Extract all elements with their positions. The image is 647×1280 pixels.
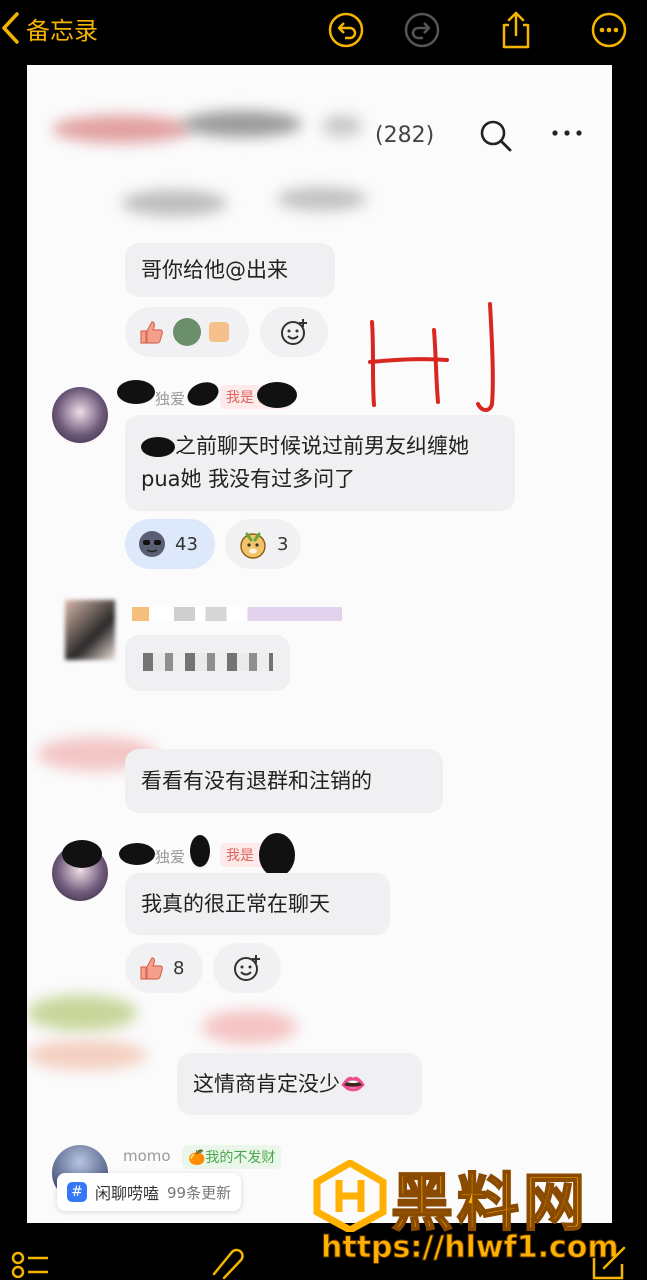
redacted-title [182,111,302,137]
reaction-count: 43 [175,533,198,555]
share-icon [502,11,530,49]
channel-updates: 99条更新 [167,1183,232,1202]
hash-icon: # [67,1182,87,1202]
message-bubble[interactable]: 我真的很正常在聊天 [125,873,390,935]
notes-toolbar: 备忘录 [0,0,647,60]
redaction-scribble [62,840,102,868]
add-reaction-button[interactable] [260,307,328,357]
member-count: (282) [375,123,435,148]
bottom-toolbar [0,1240,647,1280]
redo-button[interactable] [402,10,442,50]
share-button[interactable] [496,10,536,50]
redaction-scribble [257,382,297,408]
compose-icon[interactable] [590,1244,630,1280]
sender-name: momo [123,1147,171,1165]
redaction-scribble [117,380,155,404]
back-button[interactable]: 备忘录 [0,10,98,46]
logo-icon [313,1160,387,1232]
message-bubble[interactable]: 这情商肯定没少👄 [177,1053,422,1115]
channel-name: 闲聊唠嗑 [95,1184,160,1203]
reaction-count: 3 [277,533,289,555]
redacted-subtitle [277,187,367,211]
redacted-name [202,1010,297,1044]
thumbs-up-icon [140,957,163,980]
member-tag: 🍊我的不发财 [182,1145,282,1169]
message-text: 之前聊天时候说过前男友纠缠她 pua她 我没有过多问了 [141,434,469,491]
message-text: 我真的很正常在聊天 [141,892,330,916]
pixelated-sender [132,607,342,621]
sender-name: 独爱 [155,390,186,408]
search-icon[interactable] [479,119,513,153]
redacted-title [322,115,362,137]
more-icon [591,12,627,48]
pixelated-message [125,635,290,691]
undo-icon [328,12,364,48]
channel-tag[interactable]: # 闲聊唠嗑 99条更新 [57,1173,242,1211]
redaction-scribble [119,843,155,865]
watermark-text: 黑料网 [390,1165,590,1240]
message-text: 看看有没有退群和注销的 [141,769,372,793]
handwritten-annotation [368,302,495,412]
more-icon[interactable] [550,127,584,139]
redacted-avatar [27,995,137,1031]
message-bubble[interactable]: 之前聊天时候说过前男友纠缠她 pua她 我没有过多问了 [125,415,515,511]
reaction-chip[interactable]: 8 [125,943,203,993]
avatar-icon [173,318,201,346]
redo-icon [404,12,440,48]
add-reaction-icon [234,955,260,981]
message-bubble[interactable]: 哥你给他@出来 [125,243,335,297]
message-bubble[interactable]: 看看有没有退群和注销的 [125,749,443,813]
redacted-avatar [27,1040,147,1070]
pixelation [143,653,273,671]
sender-name: 独爱 [155,848,186,866]
attachment-icon[interactable] [206,1244,246,1280]
redaction-scribble [184,378,222,410]
reaction-chip[interactable] [125,307,249,357]
avatar[interactable] [52,387,108,443]
redaction-scribble [259,833,295,877]
redacted-title [52,115,192,143]
avatar [65,600,115,660]
thumbs-up-icon [140,321,163,344]
undo-button[interactable] [326,10,366,50]
add-reaction-button[interactable] [213,943,281,993]
add-reaction-icon [281,319,307,345]
redaction-scribble [190,835,210,867]
dog-face-icon [240,532,266,559]
reaction-count: 8 [173,957,185,979]
message-text: 这情商肯定没少👄 [193,1072,367,1096]
chevron-left-icon [2,12,19,44]
redaction-scribble [141,437,175,457]
embedded-chat-screenshot[interactable]: (282) 哥你给他@出来 独爱 我是 宝宝 之前聊天时候说过前男友纠缠她 pu… [27,65,612,1223]
carrot-icon [209,322,229,342]
checklist-icon[interactable] [10,1248,50,1278]
back-label: 备忘录 [26,16,98,45]
reaction-chip[interactable]: 3 [225,519,301,569]
sunglasses-face-icon [139,531,165,557]
message-text: 哥你给他@出来 [141,258,288,282]
more-button[interactable] [589,10,629,50]
reaction-chip[interactable]: 43 [125,519,215,569]
redacted-subtitle [122,190,227,216]
chat-header: (282) [27,65,612,245]
